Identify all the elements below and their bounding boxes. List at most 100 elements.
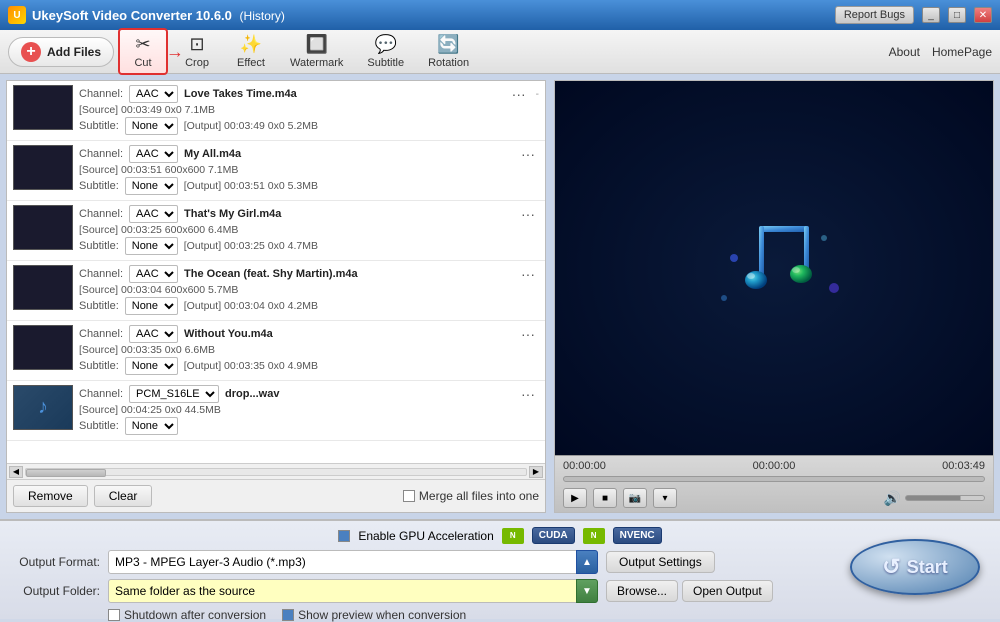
progress-bar[interactable]	[563, 476, 985, 482]
toolbar-left: + Add Files ✂ Cut → ⊡ Crop ✨ Effect 🔲 Wa…	[8, 28, 479, 75]
file-menu[interactable]: ···	[508, 86, 530, 102]
output-info: [Output] 00:03:35 0x0 4.9MB	[184, 360, 318, 372]
subtitle-label: Subtitle	[367, 57, 404, 69]
add-files-button[interactable]: + Add Files	[8, 37, 114, 67]
start-button[interactable]: ↺ Start	[850, 539, 980, 595]
nvidia-logo: N	[502, 528, 524, 544]
watermark-button[interactable]: 🔲 Watermark	[280, 30, 353, 73]
file-name: My All.m4a	[184, 148, 511, 160]
effect-button[interactable]: ✨ Effect	[226, 30, 276, 73]
maximize-button[interactable]: □	[948, 7, 966, 23]
title-buttons: Report Bugs _ □ ✕	[835, 6, 992, 24]
effect-label: Effect	[237, 57, 265, 69]
channel-label: Channel:	[79, 388, 123, 400]
browse-open: Browse... Open Output	[606, 580, 773, 602]
merge-checkbox[interactable]	[403, 490, 415, 502]
file-menu[interactable]: ···	[517, 206, 539, 222]
channel-select[interactable]: AAC	[129, 85, 178, 103]
channel-select[interactable]: AAC	[129, 325, 178, 343]
time-start: 00:00:00	[563, 460, 606, 472]
file-list-scroll[interactable]: Channel: AAC Love Takes Time.m4a ··· - […	[7, 81, 545, 463]
hscroll-right[interactable]: ▶	[529, 466, 543, 478]
rotation-icon: 🔄	[437, 34, 459, 55]
shutdown-label[interactable]: Shutdown after conversion	[108, 608, 266, 622]
file-menu[interactable]: ···	[517, 266, 539, 282]
merge-label: Merge all files into one	[403, 489, 539, 503]
shutdown-checkbox[interactable]	[108, 609, 120, 621]
format-arrow-icon[interactable]: ▲	[576, 550, 598, 574]
gpu-checkbox[interactable]	[338, 530, 350, 542]
output-settings-button[interactable]: Output Settings	[606, 551, 715, 573]
preview-label[interactable]: Show preview when conversion	[282, 608, 466, 622]
file-info: Channel: AAC That's My Girl.m4a ··· [Sou…	[79, 205, 539, 256]
channel-select[interactable]: AAC	[129, 265, 178, 283]
file-dash: -	[536, 89, 539, 100]
list-item: Channel: AAC My All.m4a ··· [Source] 00:…	[7, 141, 545, 201]
minimize-button[interactable]: _	[922, 7, 940, 23]
channel-label: Channel:	[79, 208, 123, 220]
about-link[interactable]: About	[889, 45, 920, 59]
file-info: Channel: AAC The Ocean (feat. Shy Martin…	[79, 265, 539, 316]
format-select[interactable]: MP3 - MPEG Layer-3 Audio (*.mp3)	[108, 550, 598, 574]
app-name: UkeySoft Video Converter 10.6.0	[32, 8, 232, 23]
stop-button[interactable]: ■	[593, 488, 617, 508]
hscroll-left[interactable]: ◀	[9, 466, 23, 478]
file-name: The Ocean (feat. Shy Martin).m4a	[184, 268, 511, 280]
hscroll-thumb[interactable]	[26, 469, 106, 477]
folder-select[interactable]: Same folder as the source	[108, 579, 598, 603]
file-thumb	[13, 85, 73, 130]
subtitle-select[interactable]: None	[125, 237, 178, 255]
file-thumb	[13, 205, 73, 250]
file-name: drop...wav	[225, 388, 511, 400]
list-item: Channel: AAC That's My Girl.m4a ··· [Sou…	[7, 201, 545, 261]
file-name: Without You.m4a	[184, 328, 511, 340]
channel-select[interactable]: AAC	[129, 205, 178, 223]
preview-text: Show preview when conversion	[298, 608, 466, 622]
cut-label: Cut	[134, 57, 151, 69]
subtitle-button[interactable]: 💬 Subtitle	[357, 30, 414, 73]
screenshot-button[interactable]: 📷	[623, 488, 647, 508]
play-button[interactable]: ▶	[563, 488, 587, 508]
folder-row: Output Folder: Same folder as the source…	[10, 579, 990, 603]
subtitle-select[interactable]: None	[125, 357, 178, 375]
file-menu[interactable]: ···	[517, 146, 539, 162]
report-bugs-button[interactable]: Report Bugs	[835, 6, 914, 24]
output-info: [Output] 00:03:51 0x0 5.3MB	[184, 180, 318, 192]
remove-button[interactable]: Remove	[13, 485, 88, 507]
subtitle-select[interactable]: None	[125, 417, 178, 435]
volume-slider[interactable]	[905, 495, 985, 501]
homepage-link[interactable]: HomePage	[932, 45, 992, 59]
history-label: (History)	[240, 9, 285, 23]
subtitle-select[interactable]: None	[125, 297, 178, 315]
folder-arrow-icon[interactable]: ▼	[576, 579, 598, 603]
channel-select[interactable]: AAC	[129, 145, 178, 163]
file-menu[interactable]: ···	[517, 386, 539, 402]
file-list-panel: Channel: AAC Love Takes Time.m4a ··· - […	[6, 80, 546, 513]
cut-icon: ✂	[135, 34, 150, 55]
channel-select[interactable]: PCM_S16LE	[129, 385, 219, 403]
subtitle-select[interactable]: None	[125, 177, 178, 195]
horizontal-scrollbar[interactable]: ◀ ▶	[7, 463, 545, 479]
screenshot-dropdown[interactable]: ▾	[653, 488, 677, 508]
file-info: Channel: AAC Love Takes Time.m4a ··· - […	[79, 85, 539, 136]
file-menu[interactable]: ···	[517, 326, 539, 342]
channel-label: Channel:	[79, 268, 123, 280]
add-files-label: Add Files	[47, 45, 101, 59]
preview-checkbox[interactable]	[282, 609, 294, 621]
open-output-button[interactable]: Open Output	[682, 580, 773, 602]
volume-icon: 🔊	[884, 490, 901, 507]
playback-buttons: ▶ ■ 📷 ▾	[563, 488, 677, 508]
cut-button[interactable]: ✂ Cut →	[118, 28, 168, 75]
crop-button[interactable]: ⊡ Crop	[172, 30, 222, 73]
subtitle-select[interactable]: None	[125, 117, 178, 135]
clear-button[interactable]: Clear	[94, 485, 153, 507]
browse-button[interactable]: Browse...	[606, 580, 678, 602]
rotation-button[interactable]: 🔄 Rotation	[418, 30, 479, 73]
close-button[interactable]: ✕	[974, 7, 992, 23]
file-thumb	[13, 265, 73, 310]
gpu-row: Enable GPU Acceleration N CUDA N NVENC	[10, 527, 990, 544]
file-thumb: ♪	[13, 385, 73, 430]
hscroll-track[interactable]	[25, 468, 527, 476]
list-item: ♪ Channel: PCM_S16LE drop...wav ··· [Sou…	[7, 381, 545, 441]
volume-row: 🔊	[884, 490, 985, 507]
